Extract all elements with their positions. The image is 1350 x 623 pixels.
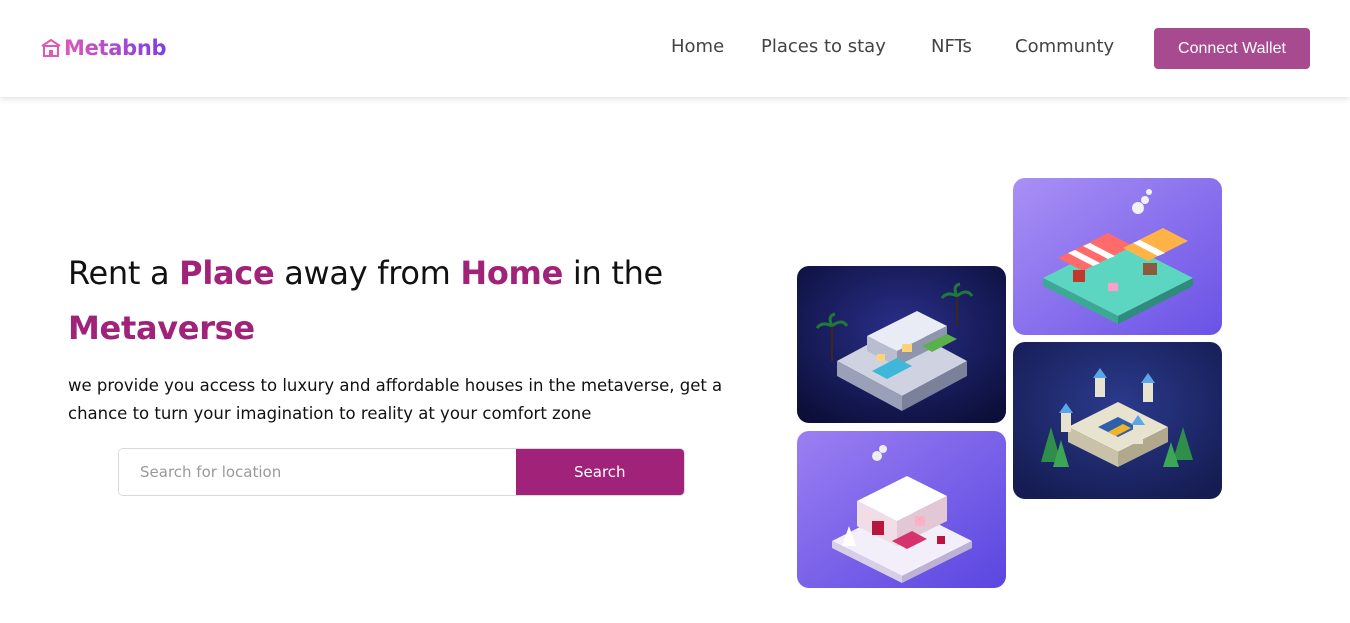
hero-headline: Rent a Place away from Home in the Metav… xyxy=(68,246,748,356)
nav-link-places-to-stay[interactable]: Places to stay xyxy=(761,36,886,57)
connect-wallet-button[interactable]: Connect Wallet xyxy=(1154,28,1310,69)
nav-link-home[interactable]: Home xyxy=(671,36,724,57)
nav-links: Home Places to stay NFTs Communty xyxy=(0,36,1350,62)
snow-cabin-illustration xyxy=(797,431,1006,588)
market-stall-illustration xyxy=(1013,178,1222,335)
headline-accent-home: Home xyxy=(460,254,564,292)
search-button[interactable]: Search xyxy=(515,449,684,495)
hero-description: we provide you access to luxury and affo… xyxy=(68,376,723,423)
headline-text: in the xyxy=(563,254,663,292)
search-box: Search xyxy=(118,448,685,496)
headline-text: Rent a xyxy=(68,254,180,292)
headline-text: away from xyxy=(274,254,461,292)
modern-villa-illustration xyxy=(797,266,1006,423)
nav-link-nfts[interactable]: NFTs xyxy=(931,36,972,57)
castle-fort-illustration xyxy=(1013,342,1222,499)
nav-link-community[interactable]: Communty xyxy=(1015,36,1114,57)
headline-accent-metaverse: Metaverse xyxy=(68,309,255,347)
search-input[interactable] xyxy=(119,449,516,495)
navbar: Metabnb Home Places to stay NFTs Communt… xyxy=(0,0,1350,97)
headline-accent-place: Place xyxy=(179,254,275,292)
